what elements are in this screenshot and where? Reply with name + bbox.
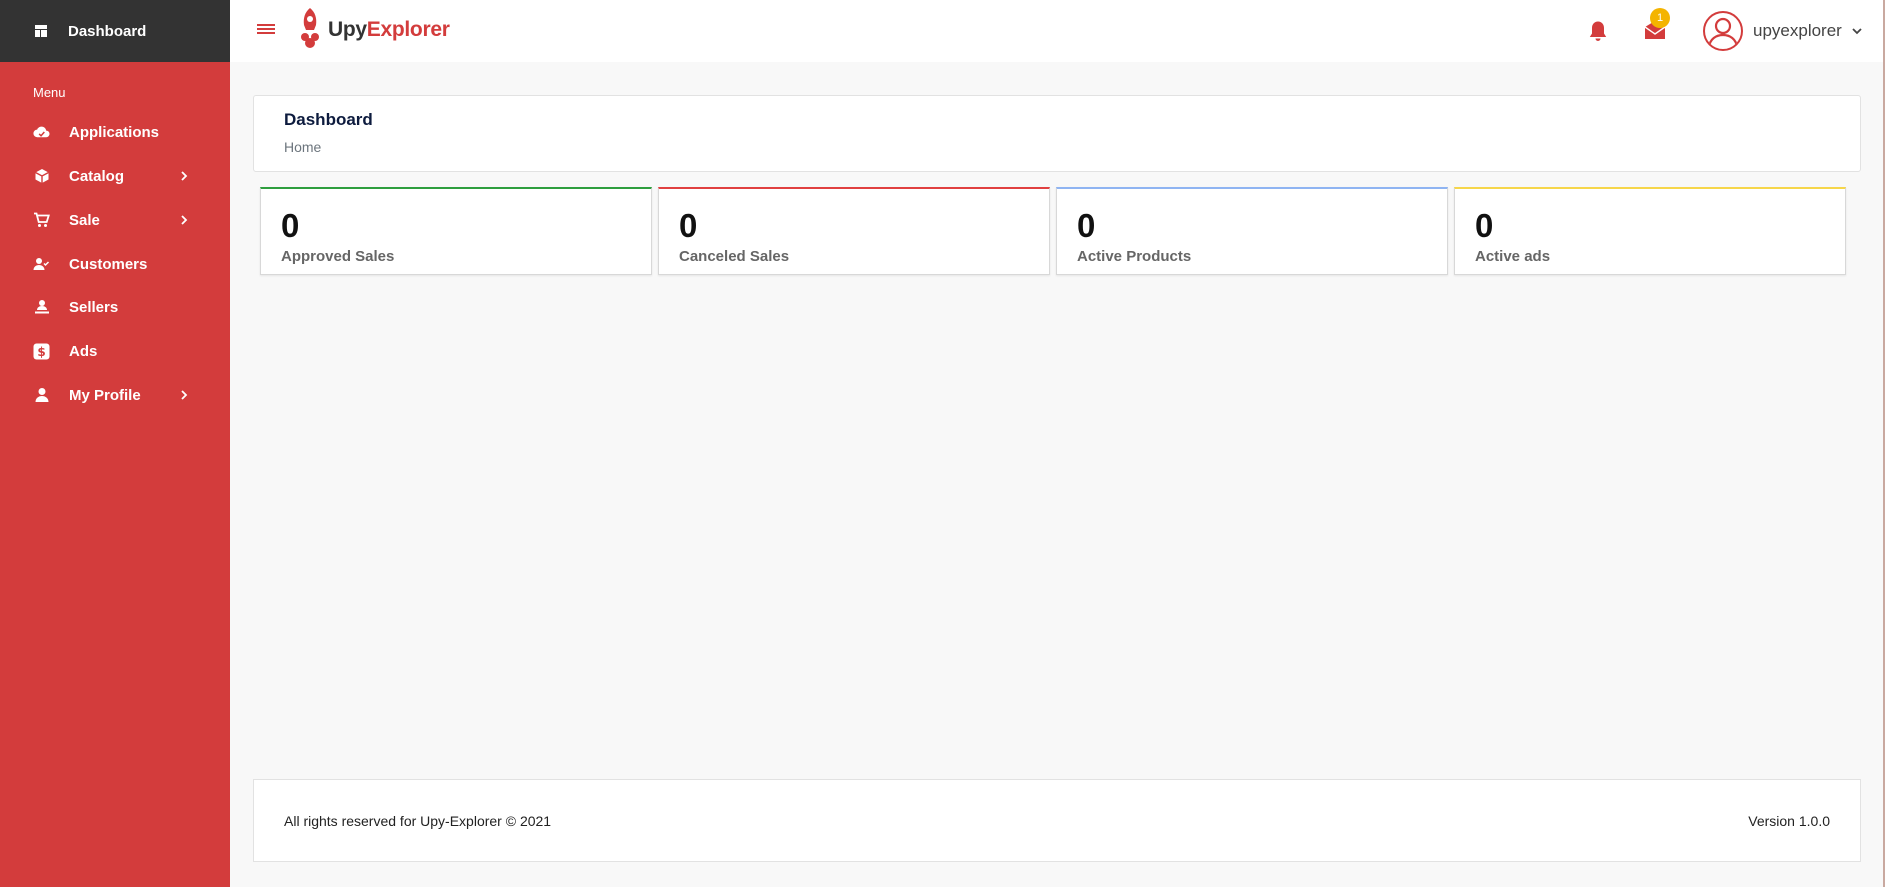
sidebar-item-label: Sellers: [69, 298, 119, 316]
avatar: [1703, 11, 1743, 51]
cloud-icon: [33, 124, 50, 141]
sidebar-item-my-profile[interactable]: My Profile: [0, 380, 230, 410]
page-title: Dashboard: [284, 110, 373, 129]
sidebar-item-sale[interactable]: Sale: [0, 205, 230, 235]
rocket-icon: [298, 7, 322, 54]
footer-copyright: All rights reserved for Upy-Explorer © 2…: [284, 813, 552, 829]
sidebar-item-label: Ads: [69, 342, 98, 360]
dollar-icon: $: [33, 343, 50, 360]
seller-icon: [33, 299, 50, 316]
app-logo[interactable]: UpyExplorer: [298, 7, 450, 54]
stat-card-active-ads: 0 Active ads: [1454, 187, 1846, 275]
stat-label: Active ads: [1475, 248, 1551, 265]
bell-icon[interactable]: [1587, 19, 1609, 43]
svg-text:$: $: [37, 345, 45, 359]
stat-label: Canceled Sales: [679, 248, 790, 265]
sidebar-item-sellers[interactable]: Sellers: [0, 292, 230, 322]
user-icon: [33, 387, 50, 404]
sidebar-dashboard-link[interactable]: Dashboard: [0, 0, 230, 62]
chevron-right-icon: [178, 213, 190, 227]
dashboard-icon: [34, 24, 48, 38]
chevron-down-icon: [1851, 26, 1863, 36]
sidebar-item-catalog[interactable]: Catalog: [0, 161, 230, 191]
stat-value: 0: [281, 207, 300, 244]
mail-count-badge: 1: [1650, 8, 1670, 28]
sidebar-item-label: Applications: [69, 123, 160, 141]
chevron-right-icon: [178, 388, 190, 402]
user-menu[interactable]: upyexplorer: [1703, 11, 1863, 51]
breadcrumb[interactable]: Home: [284, 139, 321, 155]
stat-value: 0: [1077, 207, 1096, 244]
sidebar-dashboard-label: Dashboard: [68, 22, 147, 40]
footer-version: Version 1.0.0: [1748, 813, 1830, 829]
hamburger-menu-icon[interactable]: [255, 20, 277, 38]
cart-icon: [33, 212, 50, 229]
chevron-right-icon: [178, 169, 190, 183]
top-navbar: UpyExplorer 1 upyexplorer: [230, 0, 1885, 62]
stat-card-canceled-sales: 0 Canceled Sales: [658, 187, 1050, 275]
box-icon: [33, 168, 50, 185]
user-check-icon: [33, 256, 50, 273]
sidebar-item-label: Catalog: [69, 167, 125, 185]
sidebar-item-applications[interactable]: Applications: [0, 117, 230, 147]
sidebar-item-label: Sale: [69, 211, 100, 229]
page-header-card: Dashboard Home: [253, 95, 1861, 172]
sidebar-item-ads[interactable]: $ Ads: [0, 336, 230, 366]
sidebar-item-label: Customers: [69, 255, 148, 273]
username: upyexplorer: [1753, 21, 1842, 40]
logo-text: UpyExplorer: [328, 18, 450, 41]
stat-value: 0: [1475, 207, 1494, 244]
stat-label: Active Products: [1077, 248, 1192, 265]
stat-card-active-products: 0 Active Products: [1056, 187, 1448, 275]
footer: All rights reserved for Upy-Explorer © 2…: [253, 779, 1861, 862]
sidebar: Dashboard Menu Applications Catalog Sale…: [0, 0, 230, 887]
stat-label: Approved Sales: [281, 248, 395, 265]
stat-value: 0: [679, 207, 698, 244]
menu-heading: Menu: [33, 85, 66, 100]
stat-card-approved-sales: 0 Approved Sales: [260, 187, 652, 275]
sidebar-item-customers[interactable]: Customers: [0, 249, 230, 279]
sidebar-item-label: My Profile: [69, 386, 141, 404]
